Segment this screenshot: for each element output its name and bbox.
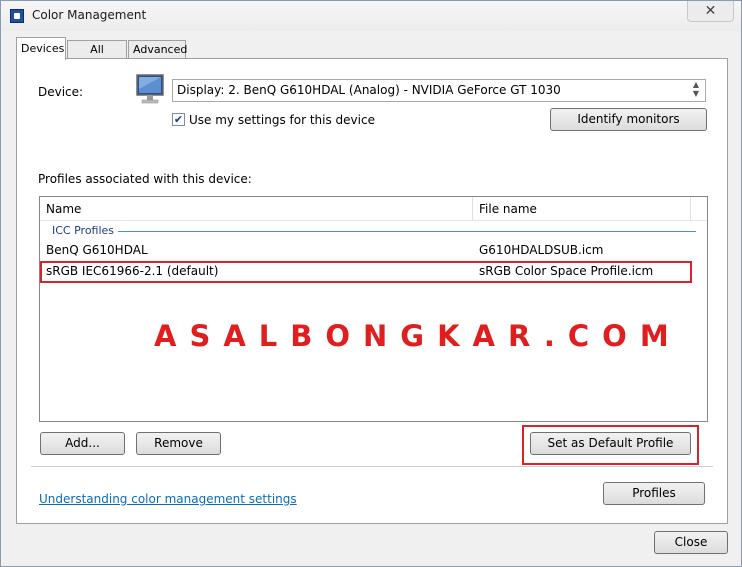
profiles-section-label: Profiles associated with this device: (38, 172, 252, 186)
list-header: Name File name (40, 197, 707, 221)
tab-all-profiles[interactable]: All Profiles (67, 40, 127, 73)
close-button[interactable]: Close (654, 531, 728, 554)
group-divider-line (118, 231, 696, 232)
understanding-color-management-link[interactable]: Understanding color management settings (39, 492, 297, 506)
select-arrows-icon: ▲ ▼ (692, 80, 699, 98)
column-header-file-name[interactable]: File name (473, 197, 690, 221)
profiles-button[interactable]: Profiles (603, 482, 705, 505)
title-bar[interactable]: Color Management ✕ (1, 1, 741, 31)
remove-button[interactable]: Remove (136, 432, 221, 455)
set-as-default-profile-button[interactable]: Set as Default Profile (530, 432, 691, 455)
profiles-list[interactable]: Name File name ICC Profiles BenQ G610HDA… (39, 196, 708, 422)
list-item-file[interactable]: sRGB Color Space Profile.icm (479, 264, 653, 278)
identify-monitors-button[interactable]: Identify monitors (550, 108, 707, 131)
tab-devices[interactable]: Devices (16, 37, 66, 60)
window-title: Color Management (32, 8, 147, 22)
group-header-icc-profiles: ICC Profiles (52, 224, 115, 237)
use-my-settings-checkbox[interactable]: ✔ (172, 113, 185, 126)
device-label: Device: (38, 85, 84, 99)
use-my-settings-label: Use my settings for this device (189, 113, 375, 127)
list-item-file[interactable]: G610HDALDSUB.icm (479, 243, 603, 257)
separator (31, 466, 713, 467)
watermark-text: ASALBONGKAR.COM (154, 319, 682, 353)
color-management-app-icon (10, 9, 24, 23)
color-management-window: Color Management ✕ Devices All Profiles … (0, 0, 742, 567)
monitor-icon (136, 74, 164, 104)
devices-panel: Device: Display: 2. BenQ G610HDAL (Analo… (16, 58, 728, 524)
column-divider[interactable] (690, 197, 691, 221)
tab-advanced[interactable]: Advanced (128, 40, 187, 59)
add-button[interactable]: Add... (40, 432, 125, 455)
column-header-name[interactable]: Name (40, 197, 472, 221)
device-select-value: Display: 2. BenQ G610HDAL (Analog) - NVI… (177, 83, 561, 97)
list-item-name[interactable]: sRGB IEC61966-2.1 (default) (46, 264, 218, 278)
list-item-name[interactable]: BenQ G610HDAL (46, 243, 148, 257)
close-window-button[interactable]: ✕ (687, 1, 734, 22)
device-select[interactable]: Display: 2. BenQ G610HDAL (Analog) - NVI… (172, 79, 706, 102)
